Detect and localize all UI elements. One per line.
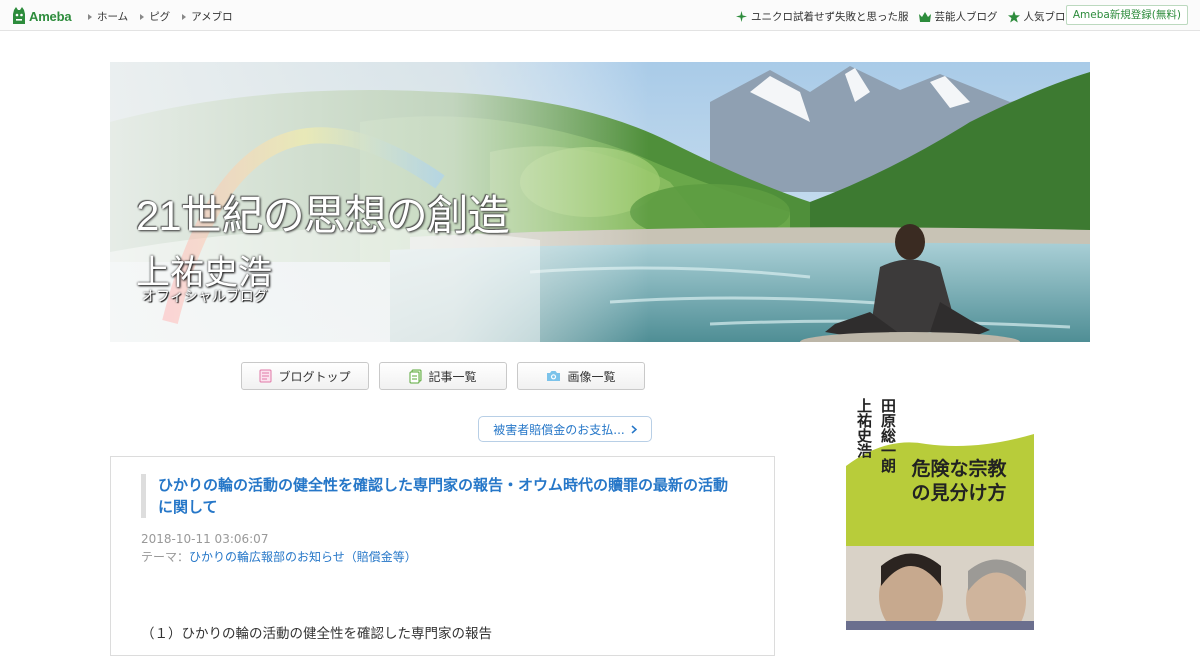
sparkle-icon [736,11,747,22]
compensation-link-label: 被害者賠償金のお支払... [493,422,625,437]
nav-celebrity-label: 芸能人ブログ [934,11,998,23]
blog-header-banner[interactable]: 21世紀の思想の創造 上祐史浩 オフィシャルブログ [110,62,1090,342]
article-body-first-line: （１）ひかりの輪の活動の健全性を確認した専門家の報告 [141,626,492,642]
article-theme: テーマ：ひかりの輪広報部のお知らせ（賠償金等） [141,548,417,565]
theme-link[interactable]: ひかりの輪広報部のお知らせ（賠償金等） [189,550,417,564]
article-title[interactable]: ひかりの輪の活動の健全性を確認した専門家の報告・オウム時代の贖罪の最新の活動に関… [141,474,741,518]
nav-uniqlo-label: ユニクロ試着せず失敗と思った服 [751,11,909,23]
blog-top-label: ブログトップ [278,369,351,384]
article-card: ひかりの輪の活動の健全性を確認した専門家の報告・オウム時代の贖罪の最新の活動に関… [110,456,775,656]
book-cover [846,396,1034,630]
book-ad[interactable]: 上祐史浩 田原総一朗 危険な宗教の見分け方 [846,396,1034,630]
blog-top-button[interactable]: ブログトップ [241,362,369,390]
blog-nav: ブログトップ 記事一覧 画像一覧 [241,362,645,390]
theme-label: テーマ： [141,550,190,564]
book-title: 危険な宗教の見分け方 [911,459,1007,504]
star-icon [1007,10,1020,22]
crown-icon [918,11,931,22]
chevron-right-icon [631,424,637,434]
entry-list-button[interactable]: 記事一覧 [379,362,507,390]
triangle-right-icon [182,13,187,20]
ameba-logo[interactable]: Ameba [12,6,72,26]
nav-pigg-label: ピグ [149,11,171,23]
pages-icon [409,369,422,383]
signup-button[interactable]: Ameba新規登録(無料) [1065,5,1188,25]
notebook-icon [259,369,272,383]
ameba-mascot-icon [13,7,25,24]
nav-pigg[interactable]: ピグ [140,9,170,24]
image-list-label: 画像一覧 [567,369,616,384]
image-list-button[interactable]: 画像一覧 [517,362,645,390]
global-header: Ameba ホーム ピグ アメブロ ユニクロ試着せず失敗と思った服 芸能人ブログ… [0,0,1200,31]
nav-home[interactable]: ホーム [88,9,128,24]
camera-icon [547,371,561,381]
book-author-tahara: 田原総一朗 [879,398,895,473]
global-nav-right: ユニクロ試着せず失敗と思った服 芸能人ブログ 人気ブログ [736,9,1076,24]
logo-text: Ameba [29,8,72,24]
book-author-joyu: 上祐史浩 [855,398,871,458]
article-date: 2018-10-11 03:06:07 [141,532,269,546]
triangle-right-icon [140,13,145,20]
nav-ameblo[interactable]: アメブロ [182,9,233,24]
nav-uniqlo-topic[interactable]: ユニクロ試着せず失敗と思った服 [736,9,909,24]
blog-title: 21世紀の思想の創造 [136,192,510,239]
triangle-right-icon [88,13,92,20]
nav-ameblo-label: アメブロ [191,11,233,23]
nav-home-label: ホーム [97,11,129,23]
blog-subtitle: オフィシャルブログ [142,290,268,305]
entry-list-label: 記事一覧 [428,369,477,384]
nav-celebrity-blog[interactable]: 芸能人ブログ [918,9,998,24]
compensation-link[interactable]: 被害者賠償金のお支払... [478,416,652,442]
global-nav-left: ホーム ピグ アメブロ [88,9,233,24]
